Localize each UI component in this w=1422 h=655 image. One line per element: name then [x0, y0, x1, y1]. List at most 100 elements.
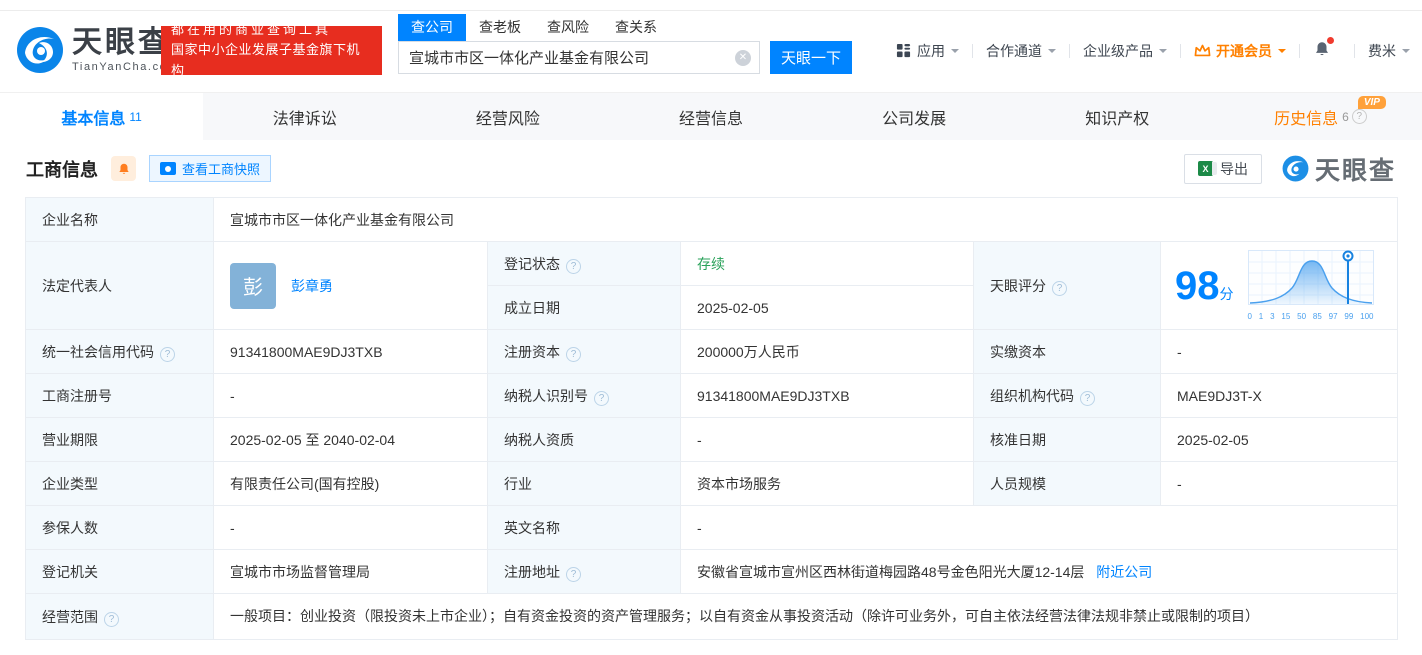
divider: [1069, 43, 1070, 58]
label-text: 天眼评分: [990, 277, 1046, 294]
notification-dot: [1327, 37, 1334, 44]
nav-partner[interactable]: 合作通道: [986, 41, 1056, 61]
help-icon[interactable]: [594, 390, 609, 406]
crown-icon: [1194, 44, 1211, 57]
watermark-logo: 天眼查: [1282, 151, 1396, 187]
nav-apps-label: 应用: [917, 42, 945, 59]
top-header: 天眼查 TianYanCha.com 都在用的商业查询工具 国家中小企业发展子基…: [0, 0, 1422, 92]
chevron-down-icon: [1402, 48, 1410, 57]
snapshot-button[interactable]: 查看工商快照: [149, 155, 272, 182]
table-row: 登记机关 宣城市市场监督管理局 注册地址 安徽省宣城市宣州区西林街道梅园路48号…: [25, 549, 1399, 594]
legal-rep-cell: 彭 彭章勇: [213, 241, 488, 330]
label-text: 注册地址: [504, 563, 560, 580]
score-cell: 98分 0 1 3 15 50 85 97 99 100: [1159, 241, 1399, 330]
vip-badge: VIP: [1357, 96, 1386, 109]
approval-date-label: 核准日期: [973, 417, 1161, 462]
table-row: 工商注册号 - 纳税人识别号 91341800MAE9DJ3TXB 组织机构代码…: [25, 373, 1399, 418]
reg-authority-value: 宣城市市场监督管理局: [213, 549, 488, 594]
score-value: 98分: [1175, 266, 1234, 306]
apps-grid-icon: [896, 43, 911, 58]
search-tab-relation[interactable]: 查关系: [602, 14, 670, 41]
reg-authority-label: 登记机关: [25, 549, 214, 594]
reg-number-label: 工商注册号: [25, 373, 214, 418]
nav-user[interactable]: 费米: [1368, 41, 1410, 61]
help-icon[interactable]: [566, 346, 581, 362]
tab-history-info[interactable]: VIP 历史信息 6: [1219, 93, 1422, 140]
tianyancha-watermark-icon: [1282, 155, 1309, 182]
tab-count: 11: [129, 109, 142, 124]
label-text: 组织机构代码: [990, 387, 1074, 404]
clear-icon[interactable]: [735, 50, 751, 66]
tab-basic-info[interactable]: 基本信息 11: [0, 93, 204, 140]
help-icon[interactable]: [566, 566, 581, 582]
divider: [972, 43, 973, 58]
export-button-label: 导出: [1219, 160, 1248, 177]
reg-status-label: 登记状态: [487, 241, 681, 286]
help-icon[interactable]: [1351, 109, 1367, 124]
table-row: 经营范围 一般项目：创业投资（限投资未上市企业）；自有资金投资的资产管理服务；以…: [25, 593, 1399, 640]
credit-code-value: 91341800MAE9DJ3TXB: [213, 329, 488, 374]
nav-enterprise[interactable]: 企业级产品: [1083, 41, 1167, 61]
nav-user-label: 费米: [1368, 42, 1396, 59]
taxpayer-id-label: 纳税人识别号: [487, 373, 681, 418]
reg-capital-label: 注册资本: [487, 329, 681, 374]
org-code-value: MAE9DJ3T-X: [1159, 373, 1399, 418]
monitor-bell-button[interactable]: [111, 156, 136, 181]
score-curve: [1247, 250, 1374, 305]
tab-label: 法律诉讼: [272, 110, 337, 128]
search-tab-company[interactable]: 查公司: [398, 14, 466, 41]
tab-label: 公司发展: [882, 110, 947, 128]
top-nav: 应用 合作通道 企业级产品 开通会员 费米: [896, 37, 1410, 61]
search-button[interactable]: 天眼一下: [770, 41, 852, 74]
section-title: 工商信息: [26, 159, 98, 180]
bell-icon: [118, 163, 129, 174]
company-type-label: 企业类型: [25, 461, 214, 506]
nav-partner-label: 合作通道: [986, 42, 1042, 59]
score-distribution-chart[interactable]: 01 3 15 50 85 97 99 100: [1247, 250, 1374, 321]
nearby-companies-link[interactable]: 附近公司: [1096, 564, 1152, 580]
chevron-down-icon: [1278, 48, 1286, 57]
score-label: 天眼评分: [973, 241, 1161, 330]
snapshot-button-label: 查看工商快照: [182, 162, 261, 177]
tab-legal-proceedings[interactable]: 法律诉讼: [203, 93, 406, 140]
nav-vip-upgrade[interactable]: 开通会员: [1194, 41, 1286, 61]
taxpayer-quality-value: -: [680, 417, 974, 462]
notification-bell[interactable]: [1313, 37, 1334, 61]
credit-code-label: 统一社会信用代码: [25, 329, 214, 374]
taxpayer-id-value: 91341800MAE9DJ3TXB: [680, 373, 974, 418]
export-button[interactable]: X 导出: [1183, 153, 1262, 184]
tab-operation-info[interactable]: 经营信息: [609, 93, 812, 140]
search-tab-boss[interactable]: 查老板: [466, 14, 534, 41]
tab-operation-risk[interactable]: 经营风险: [406, 93, 609, 140]
business-term-value: 2025-02-05 至 2040-02-04: [213, 417, 488, 462]
industry-label: 行业: [487, 461, 681, 506]
help-icon[interactable]: [160, 346, 175, 362]
tab-label: 经营信息: [678, 110, 743, 128]
staff-size-value: -: [1159, 461, 1399, 506]
label-text: 注册资本: [504, 343, 560, 360]
tab-label: 经营风险: [475, 110, 540, 128]
help-icon[interactable]: [104, 611, 119, 627]
search-tab-risk[interactable]: 查风险: [534, 14, 602, 41]
establish-date-value: 2025-02-05: [680, 285, 974, 330]
tab-label: 历史信息: [1274, 110, 1339, 128]
tab-company-development[interactable]: 公司发展: [813, 93, 1016, 140]
search-input[interactable]: [398, 41, 760, 74]
reg-address-cell: 安徽省宣城市宣州区西林街道梅园路48号金色阳光大厦12-14层 附近公司: [679, 549, 1399, 594]
help-icon[interactable]: [566, 258, 581, 274]
camera-icon: [160, 162, 176, 175]
taxpayer-quality-label: 纳税人资质: [487, 417, 681, 462]
status-badge: 存续: [697, 255, 725, 272]
industry-value: 资本市场服务: [680, 461, 974, 506]
tianyancha-logo[interactable]: 天眼查 TianYanCha.com: [16, 26, 178, 74]
tab-intellectual-property[interactable]: 知识产权: [1016, 93, 1219, 140]
legal-rep-avatar[interactable]: 彭: [230, 262, 276, 309]
help-icon[interactable]: [1052, 280, 1067, 296]
table-row: 法定代表人 彭 彭章勇 登记状态 存续 天眼评分 98分: [25, 241, 1399, 330]
nav-apps[interactable]: 应用: [896, 41, 959, 61]
help-icon[interactable]: [1080, 390, 1095, 406]
legal-rep-link[interactable]: 彭章勇: [291, 276, 333, 296]
promo-banner-line2: 国家中小企业发展子基金旗下机构: [171, 42, 361, 78]
staff-size-label: 人员规模: [973, 461, 1161, 506]
top-divider: [0, 10, 1422, 11]
